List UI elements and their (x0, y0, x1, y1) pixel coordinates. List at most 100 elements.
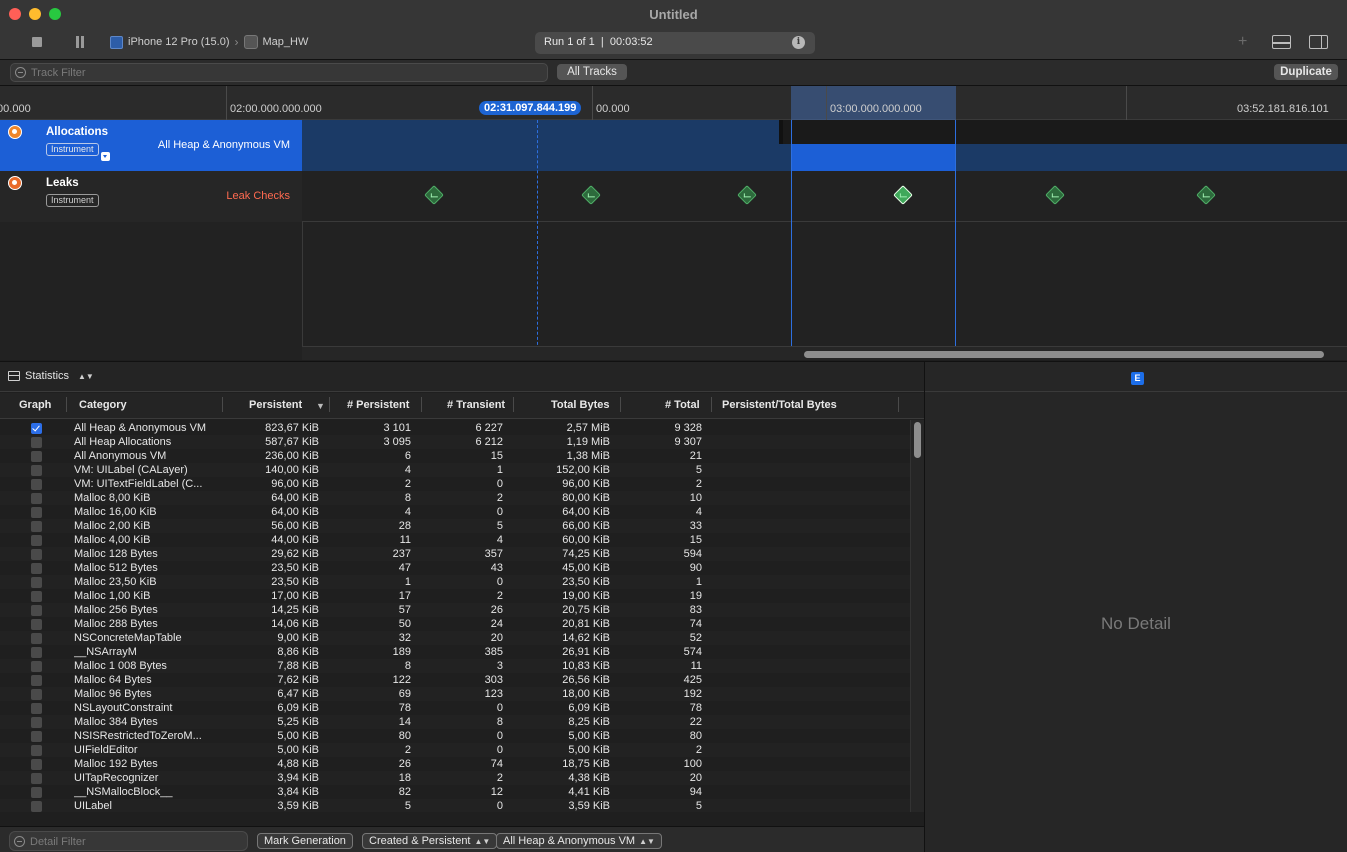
table-row[interactable]: All Heap & Anonymous VM 823,67 KiB 3 101 6 … (0, 421, 910, 435)
leak-check-icon[interactable] (581, 185, 601, 205)
table-row[interactable]: VM: UILabel (CALayer) 140,00 KiB 4 1 152,00 … (0, 463, 910, 477)
table-row[interactable]: Malloc 16,00 KiB 64,00 KiB 4 0 64,00 KiB 4 (0, 505, 910, 519)
pause-recording-button[interactable] (72, 34, 88, 50)
graph-checkbox[interactable] (31, 563, 42, 574)
column-category[interactable]: Category (79, 399, 127, 411)
graph-checkbox[interactable] (31, 675, 42, 686)
table-row[interactable]: NSISRestrictedToZeroM... 5,00 KiB 80 0 5,00 … (0, 729, 910, 743)
track-header[interactable]: Leaks Instrument Leak Checks (0, 171, 302, 222)
column-n-transient[interactable]: # Transient (447, 399, 505, 411)
graph-checkbox[interactable] (31, 633, 42, 644)
graph-checkbox[interactable] (31, 605, 42, 616)
leak-check-icon[interactable] (893, 185, 913, 205)
leak-check-icon[interactable] (424, 185, 444, 205)
leaks-graph[interactable] (302, 171, 1347, 222)
graph-checkbox[interactable] (31, 465, 42, 476)
table-row[interactable]: Malloc 192 Bytes 4,88 KiB 26 74 18,75 KiB 100 (0, 757, 910, 771)
table-row[interactable]: Malloc 64 Bytes 7,62 KiB 122 303 26,56 KiB 42… (0, 673, 910, 687)
track-filter-input[interactable] (31, 65, 531, 80)
graph-checkbox[interactable] (31, 731, 42, 742)
column-total-bytes[interactable]: Total Bytes (551, 399, 609, 411)
inspection-head-time[interactable]: 02:31.097.844.199 (479, 101, 582, 115)
duplicate-button[interactable]: Duplicate (1274, 64, 1338, 80)
table-row[interactable]: Malloc 384 Bytes 5,25 KiB 14 8 8,25 KiB 22 (0, 715, 910, 729)
table-scrollbar[interactable] (910, 420, 924, 812)
graph-checkbox[interactable] (31, 549, 42, 560)
graph-checkbox[interactable] (31, 577, 42, 588)
table-row[interactable]: Malloc 256 Bytes 14,25 KiB 57 26 20,75 KiB 83 (0, 603, 910, 617)
table-row[interactable]: VM: UITextFieldLabel (C... 96,00 KiB 2 0 96,… (0, 477, 910, 491)
table-row[interactable]: __NSMallocBlock__ 3,84 KiB 82 12 4,41 KiB 94 (0, 785, 910, 799)
leak-check-icon[interactable] (1045, 185, 1065, 205)
extended-detail-tab[interactable]: E (1131, 372, 1144, 385)
mark-generation-button[interactable]: Mark Generation (257, 833, 353, 849)
table-row[interactable]: __NSArrayM 8,86 KiB 189 385 26,91 KiB 574 (0, 645, 910, 659)
timeline-scrollbar[interactable] (302, 346, 1347, 360)
info-icon[interactable]: i (792, 36, 805, 49)
graph-checkbox[interactable] (31, 591, 42, 602)
graph-checkbox[interactable] (31, 759, 42, 770)
leak-check-icon[interactable] (1196, 185, 1216, 205)
table-row[interactable]: Malloc 8,00 KiB 64,00 KiB 8 2 80,00 KiB 10 (0, 491, 910, 505)
graph-checkbox[interactable] (31, 689, 42, 700)
graph-checkbox[interactable] (31, 535, 42, 546)
table-row[interactable]: Malloc 512 Bytes 23,50 KiB 47 43 45,00 KiB 90 (0, 561, 910, 575)
lifespan-popup[interactable]: Created & Persistent ▲▼ (362, 833, 498, 849)
add-instrument-icon[interactable]: + (1238, 33, 1247, 51)
table-row[interactable]: NSConcreteMapTable 9,00 KiB 32 20 14,62 KiB 5… (0, 631, 910, 645)
table-row[interactable]: UITapRecognizer 3,94 KiB 18 2 4,38 KiB 20 (0, 771, 910, 785)
table-row[interactable]: Malloc 1,00 KiB 17,00 KiB 17 2 19,00 KiB 19 (0, 589, 910, 603)
track-allocations[interactable]: Allocations Instrument All Heap & Anonym… (0, 120, 1347, 171)
column-n-total[interactable]: # Total (665, 399, 700, 411)
graph-checkbox[interactable] (31, 647, 42, 658)
graph-checkbox[interactable] (31, 745, 42, 756)
table-row[interactable]: Malloc 288 Bytes 14,06 KiB 50 24 20,81 KiB 74 (0, 617, 910, 631)
graph-checkbox[interactable] (31, 787, 42, 798)
target-selector[interactable]: iPhone 12 Pro (15.0) › Map_HW (110, 34, 308, 50)
table-row[interactable]: UIFieldEditor 5,00 KiB 2 0 5,00 KiB 2 (0, 743, 910, 757)
track-detail[interactable]: Leak Checks (226, 190, 290, 202)
detail-filter-input[interactable] (30, 834, 240, 849)
allocation-type-popup[interactable]: All Heap & Anonymous VM ▲▼ (496, 833, 662, 849)
track-leaks[interactable]: Leaks Instrument Leak Checks (0, 171, 1347, 222)
graph-checkbox[interactable] (31, 801, 42, 812)
table-row[interactable]: Malloc 2,00 KiB 56,00 KiB 28 5 66,00 KiB 33 (0, 519, 910, 533)
table-row[interactable]: All Anonymous VM 236,00 KiB 6 15 1,38 MiB 21 (0, 449, 910, 463)
table-row[interactable]: Malloc 96 Bytes 6,47 KiB 69 123 18,00 KiB 192 (0, 687, 910, 701)
track-detail[interactable]: All Heap & Anonymous VM (158, 139, 290, 151)
scrollbar-thumb[interactable] (804, 351, 1324, 358)
allocations-graph[interactable] (302, 120, 1347, 171)
track-header[interactable]: Allocations Instrument All Heap & Anonym… (0, 120, 302, 171)
toggle-inspector-icon[interactable] (1309, 35, 1328, 49)
table-row[interactable]: UILabel 3,59 KiB 5 0 3,59 KiB 5 (0, 799, 910, 812)
table-row[interactable]: NSLayoutConstraint 6,09 KiB 78 0 6,09 KiB 78 (0, 701, 910, 715)
graph-checkbox[interactable] (31, 521, 42, 532)
graph-checkbox[interactable] (31, 437, 42, 448)
toggle-detail-area-icon[interactable] (1272, 35, 1291, 49)
graph-checkbox[interactable] (31, 507, 42, 518)
graph-checkbox[interactable] (31, 479, 42, 490)
table-row[interactable]: All Heap Allocations 587,67 KiB 3 095 6 212… (0, 435, 910, 449)
leak-check-icon[interactable] (737, 185, 757, 205)
graph-checkbox[interactable] (31, 773, 42, 784)
graph-checkbox[interactable] (31, 717, 42, 728)
graph-checkbox[interactable] (31, 423, 42, 434)
statistics-selector[interactable]: Statistics ▲▼ (8, 370, 94, 382)
graph-checkbox[interactable] (31, 703, 42, 714)
column-persistent[interactable]: Persistent (249, 399, 302, 411)
detail-filter-field[interactable] (9, 831, 248, 851)
graph-checkbox[interactable] (31, 619, 42, 630)
all-tracks-button[interactable]: All Tracks (557, 64, 627, 80)
column-n-persistent[interactable]: # Persistent (347, 399, 409, 411)
track-filter-field[interactable] (10, 63, 548, 82)
graph-checkbox[interactable] (31, 451, 42, 462)
run-status[interactable]: Run 1 of 1 | 00:03:52 i (535, 32, 815, 54)
table-row[interactable]: Malloc 4,00 KiB 44,00 KiB 11 4 60,00 KiB 15 (0, 533, 910, 547)
stop-recording-button[interactable] (29, 34, 45, 50)
timeline-ruler[interactable]: :00.000 02:00.000.000.000 00.000 03:00.0… (0, 86, 1347, 120)
table-row[interactable]: Malloc 1 008 Bytes 7,88 KiB 8 3 10,83 KiB 11 (0, 659, 910, 673)
column-graph[interactable]: Graph (19, 399, 51, 411)
column-persistent-total-bytes[interactable]: Persistent/Total Bytes (722, 399, 837, 411)
disclosure-icon[interactable] (101, 152, 110, 161)
graph-checkbox[interactable] (31, 493, 42, 504)
